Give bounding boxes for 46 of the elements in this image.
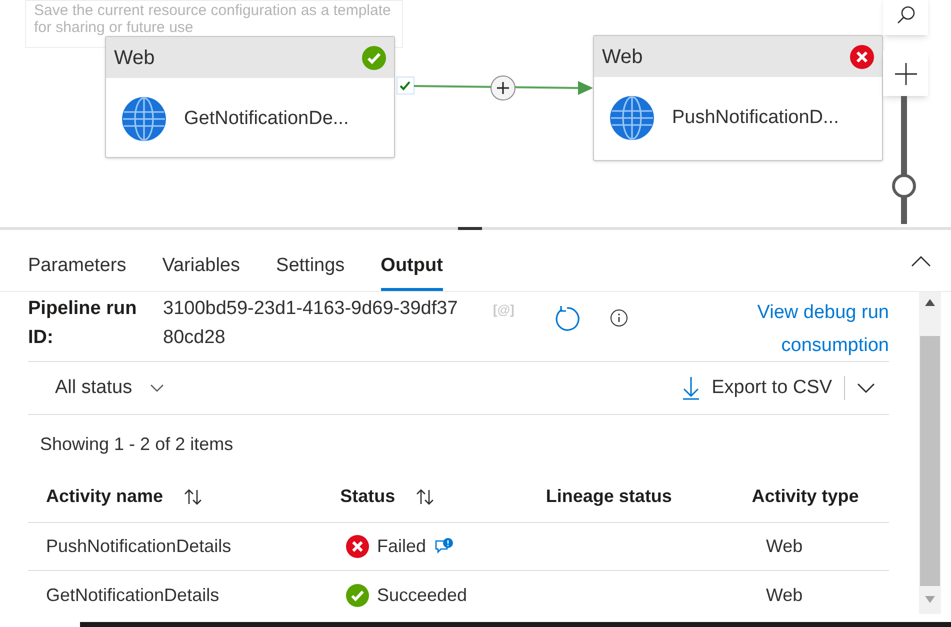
download-icon bbox=[682, 376, 700, 400]
debug-consumption-link[interactable]: View debug run consumption bbox=[739, 296, 889, 362]
search-button[interactable] bbox=[883, 0, 928, 35]
resize-handle[interactable] bbox=[458, 227, 482, 230]
add-icon[interactable] bbox=[490, 75, 516, 101]
zoom-in-button[interactable] bbox=[883, 51, 928, 96]
zoom-slider[interactable] bbox=[892, 96, 916, 224]
plus-icon bbox=[894, 62, 916, 84]
activity-node[interactable]: Web PushNotificationD... bbox=[593, 35, 883, 161]
search-icon bbox=[896, 5, 916, 25]
tab[interactable]: Output bbox=[380, 252, 443, 291]
chevron-icon[interactable] bbox=[857, 382, 875, 394]
table-cell-text: Failed bbox=[377, 535, 426, 558]
table-cell-text: Web bbox=[766, 584, 803, 606]
column-header[interactable]: Activity name bbox=[46, 483, 164, 510]
status-filter[interactable]: All status bbox=[55, 374, 164, 402]
item-count: Showing 1 - 2 of 2 items bbox=[40, 434, 234, 454]
globe-icon bbox=[122, 97, 166, 141]
info-icon[interactable] bbox=[610, 309, 628, 327]
sort-icon[interactable] bbox=[415, 488, 436, 506]
run-id: 3100bd59-23d1-4163-9d69-39df3780cd28 bbox=[163, 297, 459, 350]
run-id-label: Pipeline run ID: bbox=[28, 297, 138, 350]
table-cell-text: GetNotificationDetails bbox=[46, 584, 220, 606]
node-type: Web bbox=[114, 46, 155, 70]
column-header[interactable]: Status bbox=[340, 483, 396, 510]
table-cell-text: PushNotificationDetails bbox=[46, 535, 232, 558]
node-name: GetNotificationDe... bbox=[184, 106, 349, 131]
tab[interactable]: Variables bbox=[162, 252, 240, 291]
tab[interactable]: Settings bbox=[276, 252, 345, 291]
node-type: Web bbox=[602, 44, 643, 70]
slider-thumb[interactable] bbox=[892, 174, 916, 198]
column-header[interactable]: Lineage status bbox=[546, 483, 672, 510]
refresh-icon[interactable] bbox=[554, 306, 580, 332]
column-header[interactable]: Activity type bbox=[752, 483, 859, 510]
scrollbar[interactable] bbox=[919, 292, 941, 614]
activity-node[interactable]: Web GetNotificationDe... bbox=[105, 36, 395, 158]
table-cell-text: Succeeded bbox=[377, 584, 468, 606]
chevron-icon bbox=[150, 384, 164, 392]
node-name: PushNotificationD... bbox=[672, 106, 839, 130]
globe-icon bbox=[610, 96, 654, 140]
scroll-up-icon[interactable] bbox=[925, 299, 935, 306]
collapse-icon[interactable] bbox=[911, 254, 931, 266]
export-button[interactable]: Export to CSV bbox=[682, 374, 832, 402]
sort-icon[interactable] bbox=[183, 488, 204, 506]
tab[interactable]: Parameters bbox=[28, 252, 126, 291]
table-cell-text: Web bbox=[766, 535, 803, 558]
